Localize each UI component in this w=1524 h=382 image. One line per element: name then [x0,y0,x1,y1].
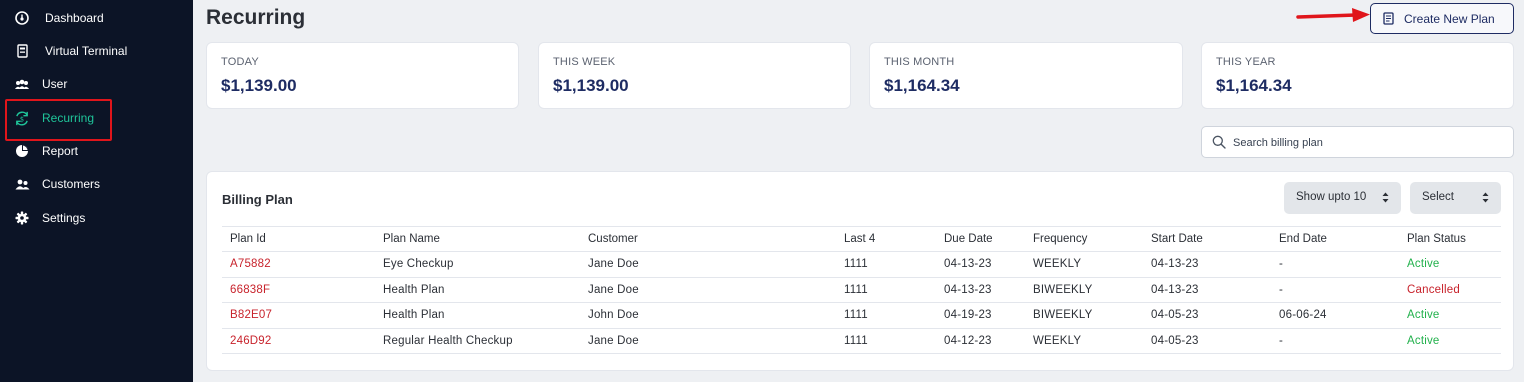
column-header[interactable]: End Date [1271,226,1399,252]
frequency: WEEKLY [1025,251,1143,278]
due-date: 04-13-23 [936,251,1025,278]
plan-name: Health Plan [375,277,580,303]
stat-card-today: TODAY $1,139.00 [206,42,519,109]
column-header[interactable]: Plan Status [1399,226,1501,252]
customer: Jane Doe [580,328,836,354]
plan-id-link[interactable]: B82E07 [222,302,375,329]
sidebar: Dashboard Virtual Terminal User $ Recurr… [0,0,193,382]
end-date: - [1271,251,1399,278]
stat-label: THIS WEEK [553,56,616,68]
select-label: Select [1422,191,1454,203]
plan-id-link[interactable]: A75882 [222,251,375,278]
due-date: 04-13-23 [936,277,1025,303]
start-date: 04-05-23 [1143,302,1271,329]
end-date: - [1271,277,1399,303]
customers-icon [14,176,30,192]
table-row[interactable]: 66838F Health Plan Jane Doe 1111 04-13-2… [222,277,1501,303]
billing-plan-panel: Billing Plan Show upto 10 Select Plan Id… [206,171,1514,371]
page-title: Recurring [206,6,306,29]
sidebar-item-user[interactable]: User [0,70,193,98]
customer: John Doe [580,302,836,329]
table-row[interactable]: B82E07 Health Plan John Doe 1111 04-19-2… [222,302,1501,329]
plan-id-link[interactable]: 66838F [222,277,375,303]
plan-name: Health Plan [375,302,580,329]
users-icon [14,76,30,92]
column-header[interactable]: Frequency [1025,226,1143,252]
stat-label: TODAY [221,56,259,68]
frequency: BIWEEKLY [1025,302,1143,329]
gear-icon [14,210,30,226]
last-4: 1111 [836,277,936,303]
stat-value: $1,164.34 [884,76,960,95]
table-header-row: Plan Id Plan Name Customer Last 4 Due Da… [222,226,1501,252]
show-upto-select[interactable]: Show upto 10 [1284,182,1401,214]
document-icon [1383,12,1394,25]
column-header[interactable]: Due Date [936,226,1025,252]
column-header[interactable]: Start Date [1143,226,1271,252]
sidebar-item-label: Dashboard [45,11,104,25]
stat-label: THIS MONTH [884,56,955,68]
customer: Jane Doe [580,251,836,278]
frequency: WEEKLY [1025,328,1143,354]
billing-plan-table: Plan Id Plan Name Customer Last 4 Due Da… [222,226,1501,354]
sidebar-item-label: User [42,77,68,91]
plan-status: Cancelled [1399,277,1501,303]
table-row[interactable]: A75882 Eye Checkup Jane Doe 1111 04-13-2… [222,251,1501,278]
stat-value: $1,139.00 [553,76,629,95]
sidebar-item-virtual-terminal[interactable]: Virtual Terminal [0,37,193,65]
end-date: 06-06-24 [1271,302,1399,329]
plan-status: Active [1399,328,1501,354]
plan-status: Active [1399,251,1501,278]
show-upto-label: Show upto 10 [1296,191,1367,203]
plan-status: Active [1399,302,1501,329]
search-icon [1212,135,1226,149]
stat-value: $1,164.34 [1216,76,1292,95]
create-new-plan-label: Create New Plan [1404,12,1495,26]
last-4: 1111 [836,328,936,354]
sidebar-item-report[interactable]: Report [0,137,193,165]
end-date: - [1271,328,1399,354]
sidebar-item-label: Virtual Terminal [45,44,128,58]
terminal-icon [14,43,30,59]
plan-name: Regular Health Checkup [375,328,580,354]
select-dropdown[interactable]: Select [1410,182,1501,214]
plan-id-link[interactable]: 246D92 [222,328,375,354]
column-header[interactable]: Plan Id [222,226,375,252]
column-header[interactable]: Customer [580,226,836,252]
stat-card-this-month: THIS MONTH $1,164.34 [869,42,1183,109]
active-item-highlight [5,99,112,141]
stat-card-this-week: THIS WEEK $1,139.00 [538,42,851,109]
sidebar-item-customers[interactable]: Customers [0,170,193,198]
column-header[interactable]: Last 4 [836,226,936,252]
stat-card-this-year: THIS YEAR $1,164.34 [1201,42,1514,109]
plan-name: Eye Checkup [375,251,580,278]
panel-title: Billing Plan [222,192,293,207]
column-header[interactable]: Plan Name [375,226,580,252]
stat-value: $1,139.00 [221,76,297,95]
pie-chart-icon [14,143,30,159]
sidebar-item-label: Report [42,144,79,158]
stat-label: THIS YEAR [1216,56,1276,68]
last-4: 1111 [836,251,936,278]
frequency: BIWEEKLY [1025,277,1143,303]
search-billing-plan-input[interactable] [1233,134,1503,151]
sidebar-item-label: Customers [42,177,101,191]
last-4: 1111 [836,302,936,329]
dashboard-icon [14,10,30,26]
sidebar-item-settings[interactable]: Settings [0,204,193,232]
customer: Jane Doe [580,277,836,303]
sort-caret-icon [1482,192,1489,203]
sort-caret-icon [1382,192,1389,203]
due-date: 04-19-23 [936,302,1025,329]
start-date: 04-13-23 [1143,277,1271,303]
search-box [1201,126,1514,158]
start-date: 04-05-23 [1143,328,1271,354]
due-date: 04-12-23 [936,328,1025,354]
table-row[interactable]: 246D92 Regular Health Checkup Jane Doe 1… [222,328,1501,354]
start-date: 04-13-23 [1143,251,1271,278]
sidebar-item-label: Settings [42,211,86,225]
arrow-annotation-icon [1296,8,1370,22]
create-new-plan-button[interactable]: Create New Plan [1370,3,1514,34]
sidebar-item-dashboard[interactable]: Dashboard [0,4,193,32]
